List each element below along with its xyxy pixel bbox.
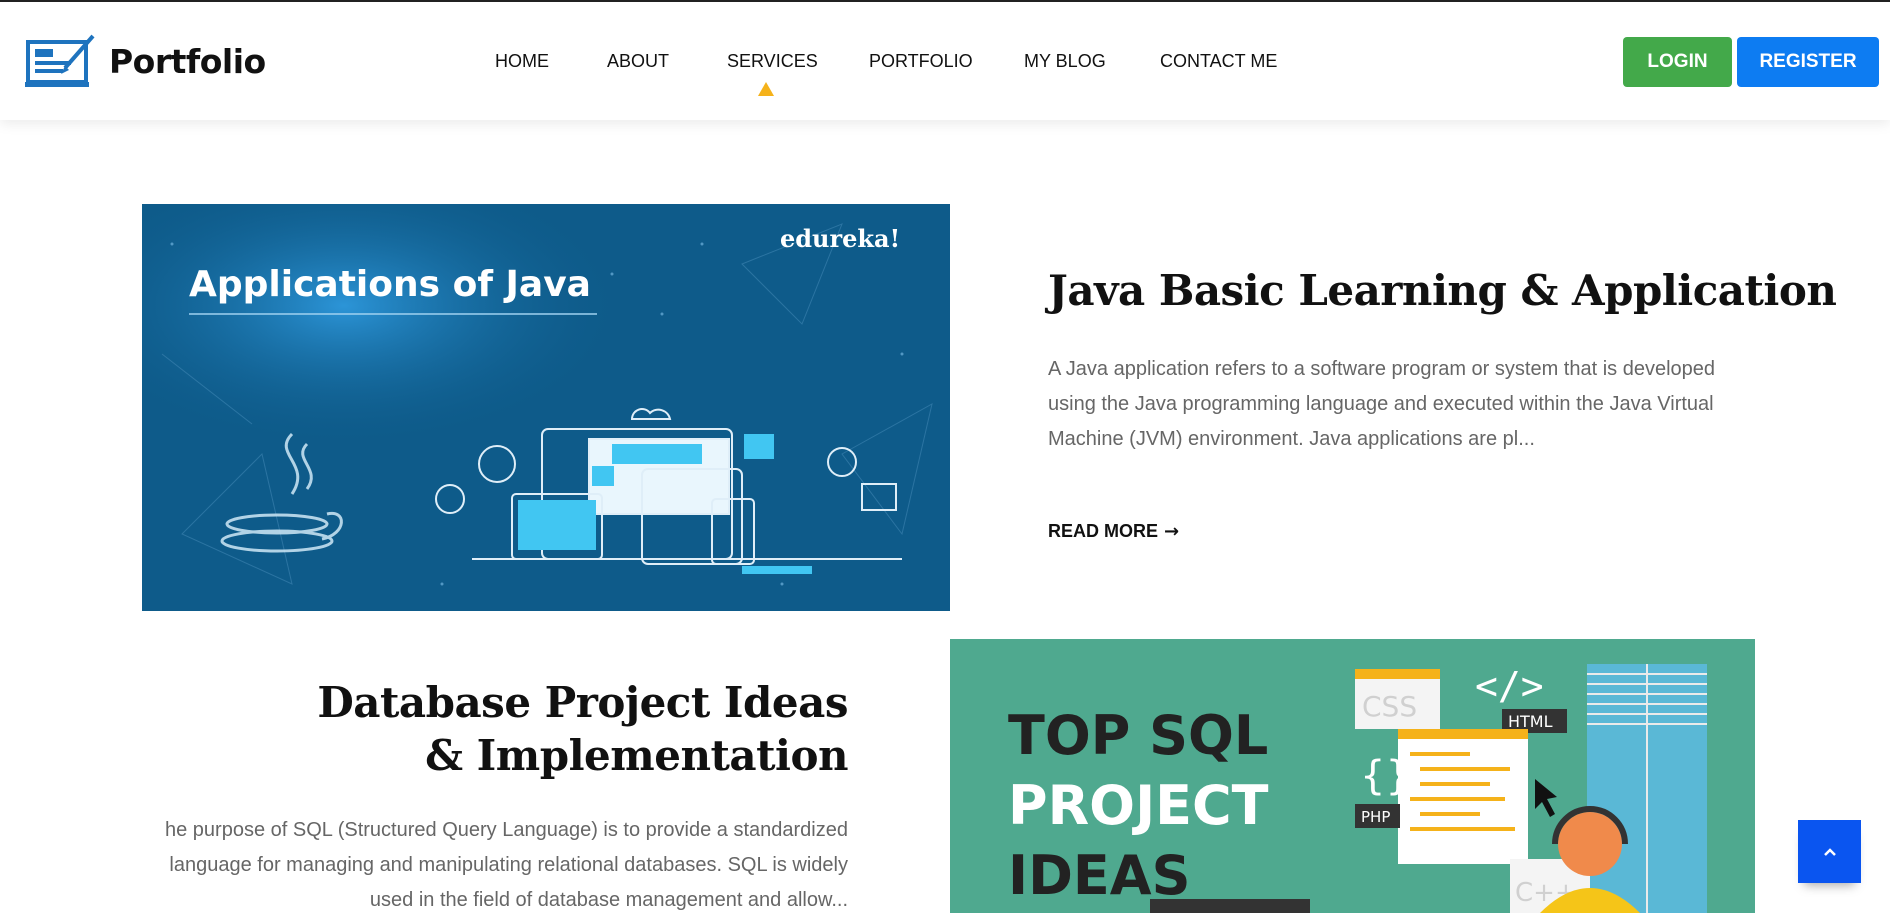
site-header: Portfolio HOME ABOUT SERVICES PORTFOLIO … [0, 2, 1890, 120]
nav-home[interactable]: HOME [495, 51, 549, 72]
login-button[interactable]: LOGIN [1623, 37, 1732, 87]
svg-text:</>: </> [1475, 664, 1544, 708]
read-more-link[interactable]: READ MORE → [1048, 521, 1179, 542]
sql-post-image[interactable]: CSS </> HTML {} PHP C++ TOP SQL PROJECT … [950, 639, 1755, 913]
edureka-logo: edureka! [780, 224, 900, 253]
post-title[interactable]: Database Project Ideas & Implementation [300, 676, 848, 782]
sql-illustration: CSS </> HTML {} PHP C++ TOP SQL PROJECT … [950, 639, 1755, 913]
sql-image-line2: PROJECT [1008, 774, 1269, 837]
chevron-up-icon [1823, 847, 1836, 856]
java-post-image[interactable]: Applications of Java edureka! [142, 204, 950, 611]
nav-about[interactable]: ABOUT [607, 51, 669, 72]
css-tag: CSS [1362, 690, 1417, 723]
java-image-heading: Applications of Java [189, 264, 591, 305]
java-illustration: Applications of Java edureka! [142, 204, 950, 611]
php-tag: PHP [1361, 808, 1390, 826]
nav-portfolio[interactable]: PORTFOLIO [869, 51, 973, 72]
register-button[interactable]: REGISTER [1737, 37, 1879, 87]
scroll-to-top-button[interactable] [1798, 820, 1861, 883]
nav-contact-me[interactable]: CONTACT ME [1160, 51, 1277, 72]
active-nav-indicator [758, 82, 774, 96]
nav-my-blog[interactable]: MY BLOG [1024, 51, 1106, 72]
sql-image-line1: TOP SQL [1008, 704, 1268, 767]
portfolio-logo-icon [25, 34, 95, 87]
brand-name: Portfolio [109, 41, 266, 81]
read-more-label: READ MORE [1048, 521, 1159, 541]
svg-text:{}: {} [1360, 753, 1411, 799]
html-tag: HTML [1508, 712, 1553, 731]
post-excerpt: A Java application refers to a software … [1048, 358, 1716, 450]
brand-logo[interactable]: Portfolio [25, 32, 266, 90]
post-title[interactable]: Java Basic Learning & Application [1048, 266, 1837, 315]
nav-services[interactable]: SERVICES [727, 51, 818, 72]
arrow-right-icon: → [1164, 521, 1180, 542]
sql-image-line3: IDEAS [1008, 844, 1191, 907]
post-excerpt: he purpose of SQL (Structured Query Lang… [165, 819, 848, 911]
